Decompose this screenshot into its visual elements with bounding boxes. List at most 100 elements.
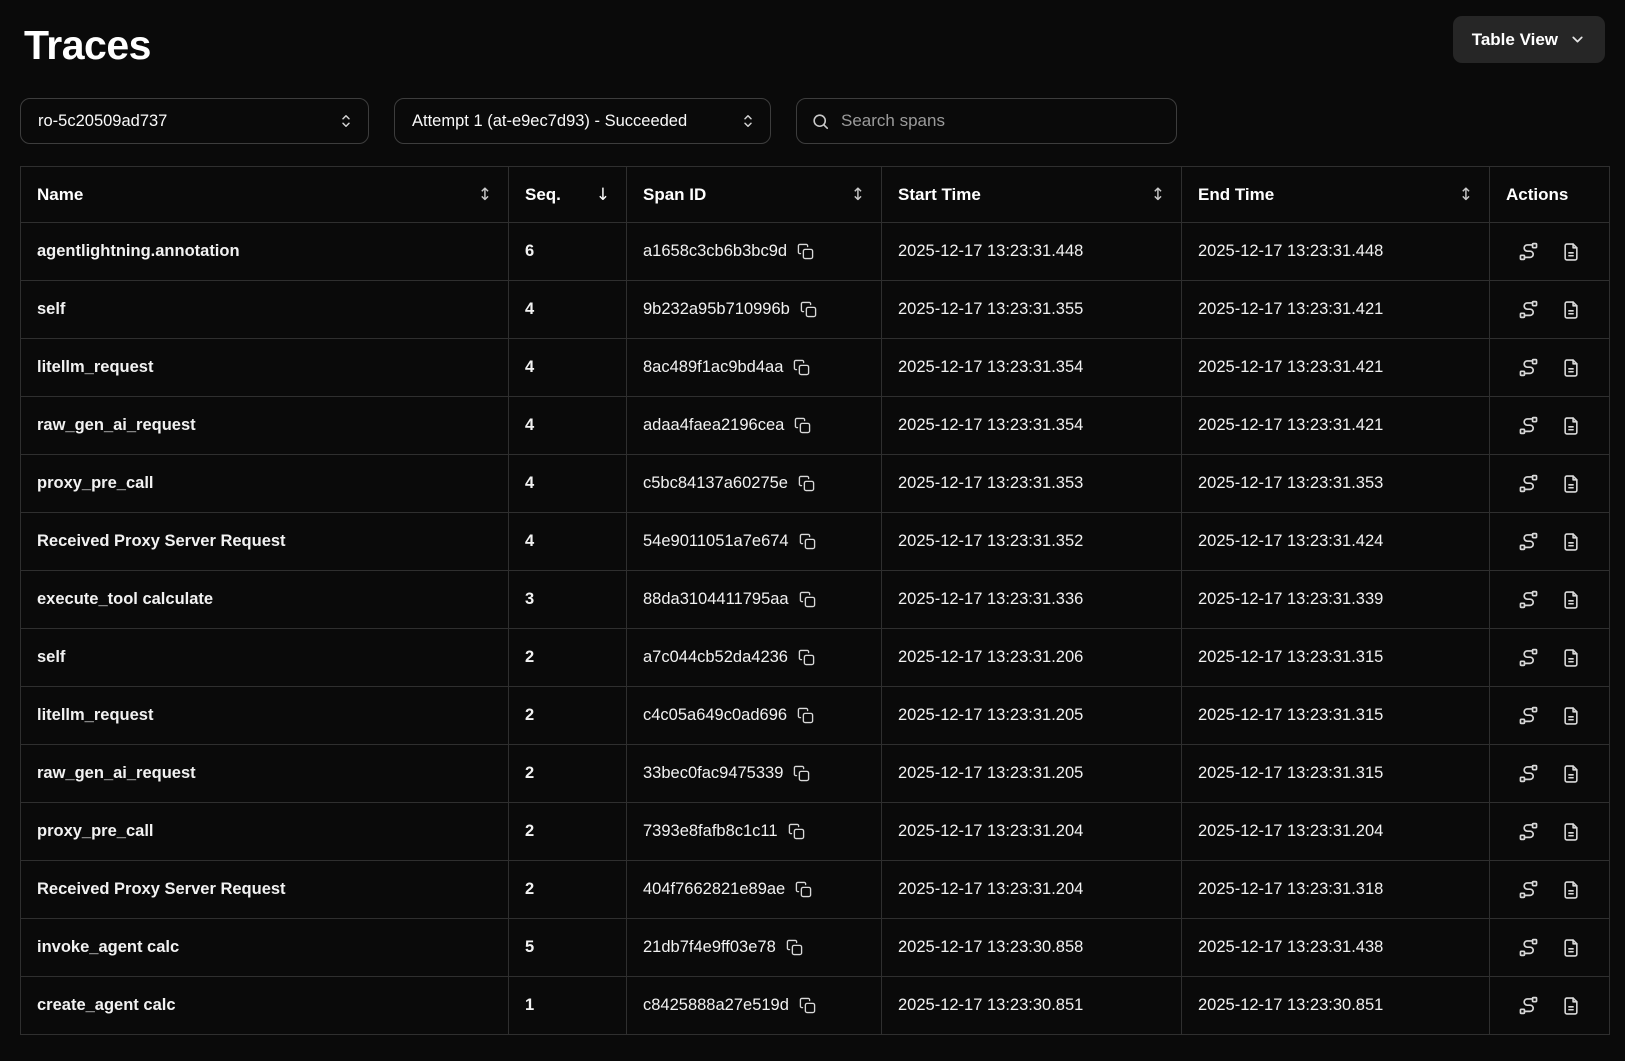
sort-updown-icon[interactable]: ↕ <box>478 185 492 205</box>
copy-span-id-button[interactable] <box>795 881 812 898</box>
route-icon <box>1518 763 1539 784</box>
copy-span-id-button[interactable] <box>797 707 814 724</box>
route-icon <box>1518 299 1539 320</box>
chevrons-up-down-icon <box>739 112 757 130</box>
copy-icon <box>786 939 803 956</box>
view-details-button[interactable] <box>1561 938 1581 958</box>
span-name: create_agent calc <box>21 977 509 1035</box>
table-row: self 4 9b232a95b710996b 2025-12-17 13:23… <box>21 281 1610 339</box>
column-header-start-time[interactable]: Start Time↕ <box>882 167 1182 223</box>
span-start-time: 2025-12-17 13:23:31.204 <box>882 803 1182 861</box>
view-trace-button[interactable] <box>1518 589 1539 610</box>
view-details-button[interactable] <box>1561 532 1581 552</box>
column-header-name[interactable]: Name↕ <box>21 167 509 223</box>
span-start-time: 2025-12-17 13:23:31.354 <box>882 339 1182 397</box>
view-details-button[interactable] <box>1561 822 1581 842</box>
view-details-button[interactable] <box>1561 416 1581 436</box>
copy-span-id-button[interactable] <box>797 243 814 260</box>
view-trace-button[interactable] <box>1518 937 1539 958</box>
copy-span-id-button[interactable] <box>798 649 815 666</box>
route-icon <box>1518 589 1539 610</box>
table-view-button[interactable]: Table View <box>1453 16 1605 63</box>
route-icon <box>1518 995 1539 1016</box>
rollout-select[interactable]: ro-5c20509ad737 <box>20 98 369 144</box>
view-trace-button[interactable] <box>1518 531 1539 552</box>
view-trace-button[interactable] <box>1518 241 1539 262</box>
span-id-value: 33bec0fac9475339 <box>643 764 783 783</box>
attempt-select[interactable]: Attempt 1 (at-e9ec7d93) - Succeeded <box>394 98 771 144</box>
copy-icon <box>793 765 810 782</box>
search-spans-input[interactable] <box>841 111 1162 131</box>
span-id-value: a1658c3cb6b3bc9d <box>643 242 787 261</box>
document-icon <box>1561 590 1581 610</box>
route-icon <box>1518 647 1539 668</box>
copy-span-id-button[interactable] <box>793 765 810 782</box>
column-header-actions: Actions <box>1490 167 1610 223</box>
document-icon <box>1561 416 1581 436</box>
copy-span-id-button[interactable] <box>799 997 816 1014</box>
document-icon <box>1561 938 1581 958</box>
view-details-button[interactable] <box>1561 590 1581 610</box>
copy-span-id-button[interactable] <box>788 823 805 840</box>
span-name: agentlightning.annotation <box>21 223 509 281</box>
view-trace-button[interactable] <box>1518 995 1539 1016</box>
column-label-actions: Actions <box>1506 185 1568 205</box>
span-seq: 4 <box>509 397 627 455</box>
view-trace-button[interactable] <box>1518 705 1539 726</box>
span-end-time: 2025-12-17 13:23:31.421 <box>1182 281 1490 339</box>
view-trace-button[interactable] <box>1518 357 1539 378</box>
span-end-time: 2025-12-17 13:23:31.421 <box>1182 339 1490 397</box>
document-icon <box>1561 242 1581 262</box>
view-details-button[interactable] <box>1561 706 1581 726</box>
span-start-time: 2025-12-17 13:23:31.336 <box>882 571 1182 629</box>
view-trace-button[interactable] <box>1518 763 1539 784</box>
copy-span-id-button[interactable] <box>798 475 815 492</box>
view-details-button[interactable] <box>1561 880 1581 900</box>
view-trace-button[interactable] <box>1518 299 1539 320</box>
span-start-time: 2025-12-17 13:23:31.205 <box>882 687 1182 745</box>
view-trace-button[interactable] <box>1518 473 1539 494</box>
view-details-button[interactable] <box>1561 474 1581 494</box>
route-icon <box>1518 357 1539 378</box>
view-details-button[interactable] <box>1561 300 1581 320</box>
column-header-end-time[interactable]: End Time↕ <box>1182 167 1490 223</box>
attempt-select-value: Attempt 1 (at-e9ec7d93) - Succeeded <box>412 112 687 131</box>
route-icon <box>1518 705 1539 726</box>
copy-span-id-button[interactable] <box>799 533 816 550</box>
sort-updown-icon[interactable]: ↕ <box>1151 185 1165 205</box>
span-seq: 2 <box>509 745 627 803</box>
span-name: invoke_agent calc <box>21 919 509 977</box>
column-label-seq: Seq. <box>525 185 561 205</box>
column-header-span-id[interactable]: Span ID↕ <box>627 167 882 223</box>
copy-span-id-button[interactable] <box>794 417 811 434</box>
view-trace-button[interactable] <box>1518 821 1539 842</box>
sort-updown-icon[interactable]: ↕ <box>851 185 865 205</box>
traces-table-body: agentlightning.annotation 6 a1658c3cb6b3… <box>21 223 1610 1035</box>
view-trace-button[interactable] <box>1518 415 1539 436</box>
span-seq: 4 <box>509 281 627 339</box>
span-seq: 6 <box>509 223 627 281</box>
view-details-button[interactable] <box>1561 764 1581 784</box>
table-row: raw_gen_ai_request 4 adaa4faea2196cea 20… <box>21 397 1610 455</box>
view-details-button[interactable] <box>1561 648 1581 668</box>
sort-updown-icon[interactable]: ↕ <box>1459 185 1473 205</box>
copy-span-id-button[interactable] <box>793 359 810 376</box>
view-trace-button[interactable] <box>1518 879 1539 900</box>
span-id-value: 404f7662821e89ae <box>643 880 785 899</box>
copy-span-id-button[interactable] <box>786 939 803 956</box>
span-end-time: 2025-12-17 13:23:30.851 <box>1182 977 1490 1035</box>
view-trace-button[interactable] <box>1518 647 1539 668</box>
view-details-button[interactable] <box>1561 242 1581 262</box>
column-header-seq[interactable]: Seq. ↓ <box>509 167 627 223</box>
view-details-button[interactable] <box>1561 996 1581 1016</box>
copy-span-id-button[interactable] <box>800 301 817 318</box>
chevron-down-icon <box>1569 31 1586 48</box>
span-name: raw_gen_ai_request <box>21 397 509 455</box>
table-row: proxy_pre_call 2 7393e8fafb8c1c11 2025-1… <box>21 803 1610 861</box>
sort-descending-icon[interactable]: ↓ <box>596 185 610 205</box>
copy-span-id-button[interactable] <box>799 591 816 608</box>
span-seq: 2 <box>509 861 627 919</box>
view-details-button[interactable] <box>1561 358 1581 378</box>
route-icon <box>1518 473 1539 494</box>
span-end-time: 2025-12-17 13:23:31.315 <box>1182 745 1490 803</box>
